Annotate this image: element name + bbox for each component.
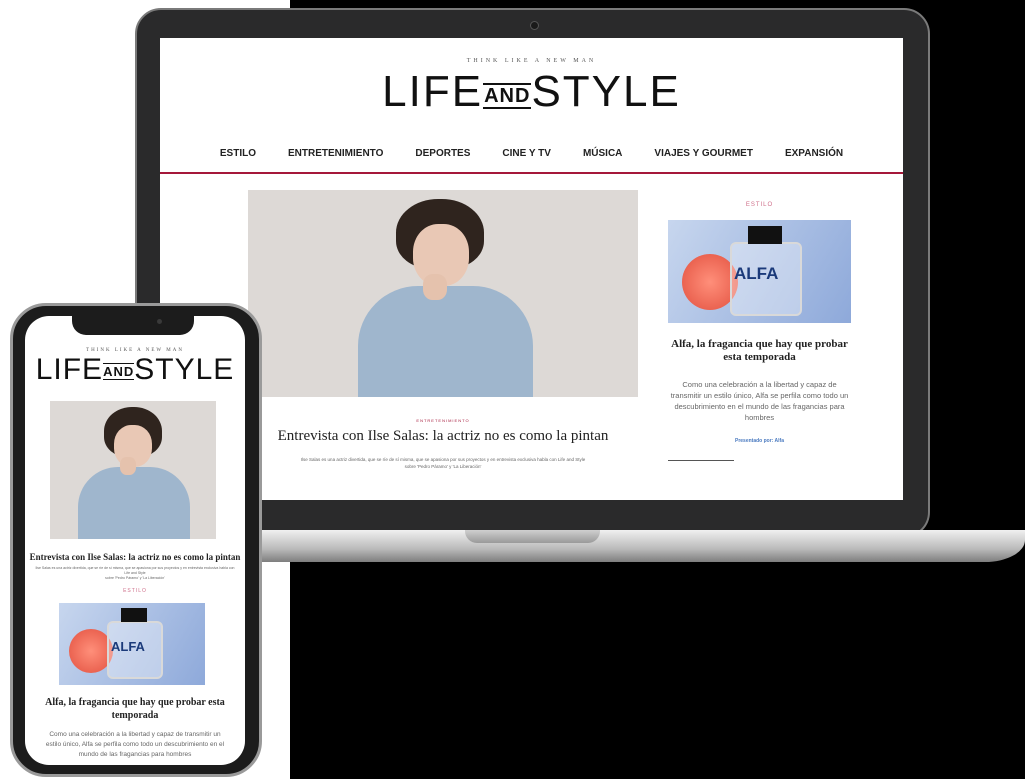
nav-item-entretenimiento[interactable]: ENTRETENIMIENTO bbox=[288, 148, 383, 164]
phone-side-article-kicker[interactable]: ESTILO bbox=[25, 588, 245, 594]
main-article-headline[interactable]: Entrevista con Ilse Salas: la actriz no … bbox=[248, 428, 638, 445]
hero-person-coat bbox=[358, 286, 533, 397]
phone-notch bbox=[72, 313, 194, 335]
logo-life: LIFE bbox=[382, 67, 484, 116]
main-nav: ESTILO ENTRETENIMIENTO DEPORTES CINE Y T… bbox=[160, 148, 903, 164]
phone-main-article-excerpt-line-1: Ilse Salas es una actriz divertida, que … bbox=[35, 566, 235, 575]
site-tagline: THINK LIKE A NEW MAN bbox=[466, 58, 597, 64]
nav-divider bbox=[160, 172, 903, 174]
phone-camera-icon bbox=[157, 319, 162, 324]
phone-logo-life: LIFE bbox=[35, 353, 104, 386]
main-article-excerpt: Ilse Salas es una actriz divertida, que … bbox=[248, 456, 638, 470]
side-divider bbox=[668, 460, 734, 461]
phone-logo-style: STYLE bbox=[134, 353, 235, 386]
phone-side-article-image[interactable]: ALFA bbox=[59, 603, 205, 685]
phone-hero-person-coat bbox=[78, 467, 190, 539]
side-article-sponsor[interactable]: Presentado por: Alfa bbox=[668, 438, 851, 444]
phone-screen: THINK LIKE A NEW MAN LIFEANDSTYLE Entrev… bbox=[25, 316, 245, 765]
laptop-camera bbox=[530, 21, 539, 30]
laptop-base bbox=[188, 530, 1025, 562]
side-article-excerpt: Como una celebración a la libertad y cap… bbox=[670, 380, 849, 422]
site-logo[interactable]: LIFEANDSTYLE bbox=[160, 68, 903, 120]
laptop-screen: THINK LIKE A NEW MAN LIFEANDSTYLE ESTILO… bbox=[160, 38, 903, 500]
phone-side-article-excerpt: Como una celebración a la libertad y cap… bbox=[45, 731, 225, 758]
main-article-kicker[interactable]: ENTRETENIMIENTO bbox=[248, 418, 638, 423]
phone-main-article-excerpt-line-2: sobre 'Pedro Páramo' y 'La Liberación' bbox=[105, 576, 165, 580]
nav-item-viajes-y-gourmet[interactable]: VIAJES Y GOURMET bbox=[654, 148, 753, 164]
alfa-logo-text: ALFA bbox=[734, 264, 779, 283]
phone-perfume-cap-graphic bbox=[121, 608, 147, 622]
logo-and: AND bbox=[483, 83, 532, 109]
main-article-excerpt-line-2: sobre 'Pedro Páramo' y 'La Liberación' bbox=[404, 464, 482, 469]
laptop-notch bbox=[465, 530, 600, 543]
main-article-excerpt-line-1: Ilse Salas es una actriz divertida, que … bbox=[300, 457, 586, 462]
nav-item-expansion[interactable]: EXPANSIÓN bbox=[785, 148, 843, 164]
phone-site-logo[interactable]: LIFEANDSTYLE bbox=[25, 354, 245, 388]
phone-alfa-logo-text: ALFA bbox=[111, 639, 145, 654]
hero-image[interactable] bbox=[248, 190, 638, 397]
perfume-cap-graphic bbox=[748, 226, 782, 244]
nav-item-cine-y-tv[interactable]: CINE Y TV bbox=[502, 148, 551, 164]
phone-side-article-headline[interactable]: Alfa, la fragancia que hay que probar es… bbox=[35, 696, 235, 722]
nav-item-musica[interactable]: MÚSICA bbox=[583, 148, 622, 164]
side-article-image[interactable]: ALFA bbox=[668, 220, 851, 323]
phone-hero-image[interactable] bbox=[50, 401, 216, 539]
phone-main-article-excerpt: Ilse Salas es una actriz divertida, que … bbox=[33, 566, 237, 581]
phone-hero-person-hand bbox=[120, 457, 136, 475]
hero-person-hand bbox=[423, 274, 447, 300]
logo-style: STYLE bbox=[531, 67, 681, 116]
side-article-headline[interactable]: Alfa, la fragancia que hay que probar es… bbox=[668, 338, 851, 364]
nav-item-deportes[interactable]: DEPORTES bbox=[415, 148, 470, 164]
phone-logo-and: AND bbox=[103, 363, 135, 380]
nav-item-estilo[interactable]: ESTILO bbox=[220, 148, 256, 164]
phone-main-article-headline[interactable]: Entrevista con Ilse Salas: la actriz no … bbox=[25, 552, 245, 562]
side-article-kicker[interactable]: ESTILO bbox=[668, 202, 851, 208]
